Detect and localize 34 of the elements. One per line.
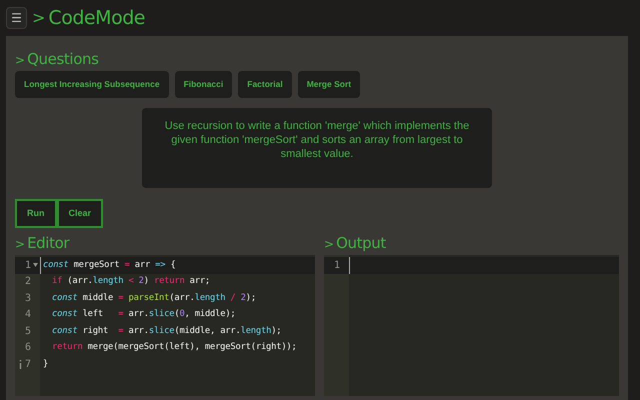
- run-button[interactable]: Run: [15, 199, 56, 228]
- question-button[interactable]: Merge Sort: [298, 71, 360, 98]
- prompt-glyph: >: [15, 54, 26, 66]
- line-number: 5: [24, 324, 31, 339]
- code-line: const left = arr.slice(0, middle);: [52, 308, 236, 322]
- question-description: Use recursion to write a function 'merge' which implements the given function 'mergeSort' and sorts an array from largest to smallest value.: [142, 108, 492, 188]
- menu-button[interactable]: ☰: [6, 7, 27, 29]
- code-line: const right = arr.slice(middle, arr.length);: [52, 324, 282, 338]
- prompt-glyph: >: [324, 238, 334, 250]
- question-button[interactable]: Factorial: [238, 71, 292, 98]
- line-number: 1: [24, 258, 31, 273]
- section-heading: Output: [336, 236, 386, 251]
- code-line: return merge(mergeSort(left), mergeSort(right));: [52, 341, 297, 354]
- clear-button[interactable]: Clear: [56, 199, 104, 228]
- code-line: }: [43, 358, 48, 371]
- app-title: CodeMode: [48, 6, 146, 31]
- code-line: const mergeSort = arr => {: [43, 258, 176, 272]
- question-button[interactable]: Longest Increasing Subsequence: [15, 71, 169, 98]
- line-number: 6: [24, 341, 31, 356]
- line-number: 3: [24, 292, 31, 306]
- line-number: 4: [24, 308, 31, 322]
- line-number: 7: [24, 358, 31, 372]
- code-line: if (arr.length < 2) return arr;: [52, 275, 210, 288]
- section-heading: Editor: [27, 236, 70, 251]
- line-number: 2: [24, 275, 31, 290]
- code-editor[interactable]: [15, 255, 315, 396]
- fold-arrow-icon[interactable]: [33, 263, 38, 268]
- info-icon: [19, 360, 22, 369]
- section-heading: Questions: [27, 52, 99, 67]
- prompt-glyph: >: [32, 7, 46, 29]
- line-number: 1: [334, 258, 340, 273]
- question-button[interactable]: Fibonacci: [174, 71, 232, 98]
- prompt-glyph: >: [15, 238, 26, 250]
- code-line: const middle = parseInt(arr.length / 2);: [52, 292, 256, 305]
